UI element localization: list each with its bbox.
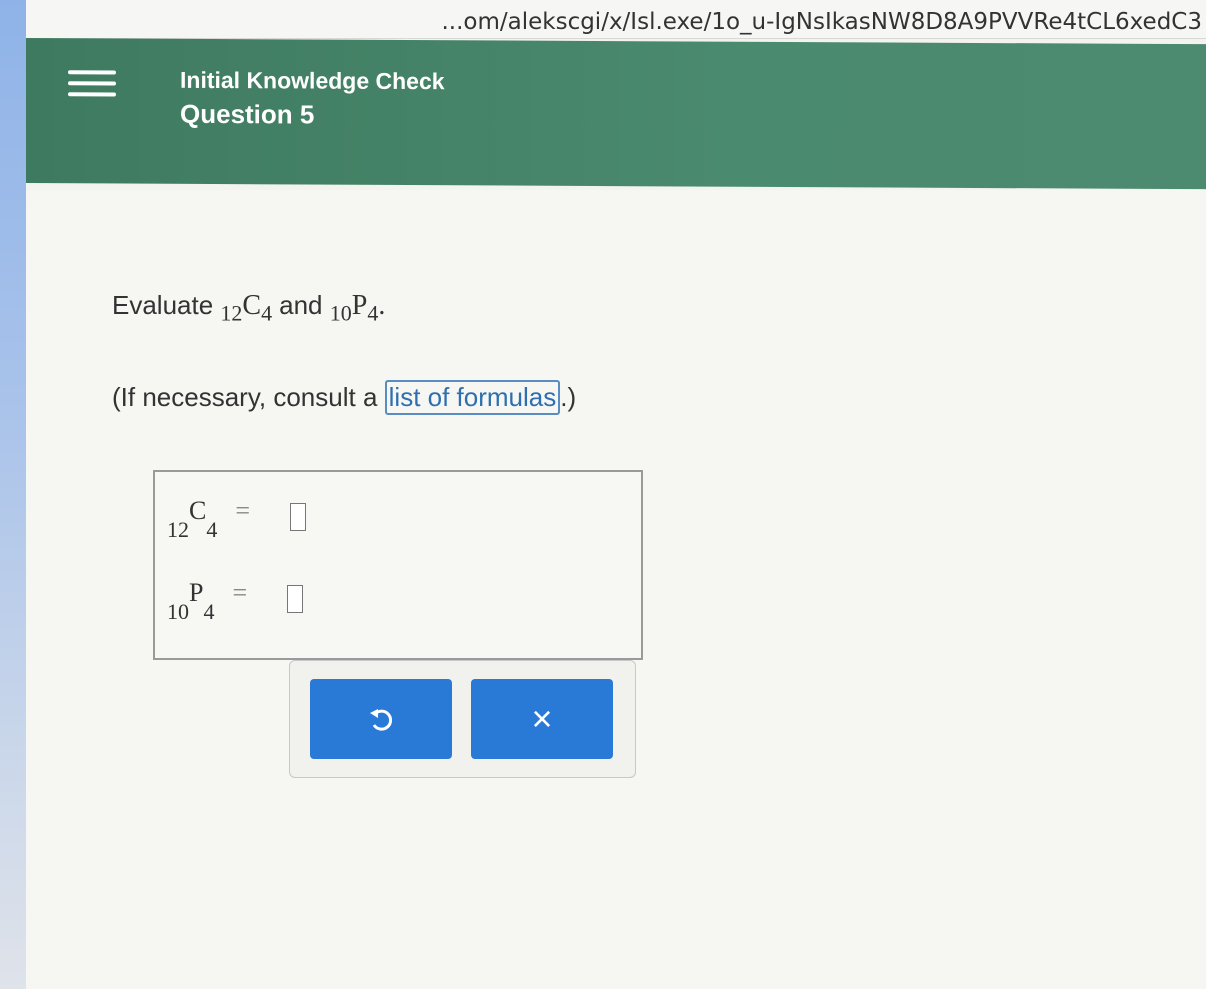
undo-button[interactable] [310, 679, 452, 759]
evaluate-label: Evaluate [112, 290, 214, 320]
permutation-expression: 10P4. [329, 290, 386, 326]
answer-box: 12C4= 10P4= [153, 470, 643, 660]
undo-icon [370, 709, 393, 731]
address-bar[interactable]: ...om/alekscgi/x/Isl.exe/1o_u-IgNsIkasNW… [26, 0, 1206, 39]
answer-row-permutation: 10P4= [167, 578, 304, 625]
menu-icon[interactable] [68, 70, 116, 106]
app-header: Initial Knowledge Check Question 5 [26, 38, 1206, 190]
combination-expression: 12C4 [220, 290, 273, 326]
action-tray: × [289, 660, 636, 778]
window-left-edge [0, 0, 26, 989]
url-text[interactable]: ...om/alekscgi/x/Isl.exe/1o_u-IgNsIkasNW… [441, 9, 1202, 35]
answer-row-combination: 12C4= [167, 496, 307, 543]
header-title: Initial Knowledge Check [180, 66, 445, 95]
question-number: Question 5 [180, 98, 315, 130]
clear-button[interactable]: × [471, 679, 613, 759]
question-prompt: Evaluate 12C4 and 10P4. [112, 290, 385, 327]
combination-answer-input[interactable] [290, 503, 307, 531]
question-panel: Evaluate 12C4 and 10P4. (If necessary, c… [26, 190, 1206, 989]
permutation-answer-input[interactable] [287, 585, 304, 613]
formula-hint: (If necessary, consult a list of formula… [112, 380, 576, 415]
list-of-formulas-link[interactable]: list of formulas [384, 380, 561, 415]
and-label: and [279, 290, 323, 320]
